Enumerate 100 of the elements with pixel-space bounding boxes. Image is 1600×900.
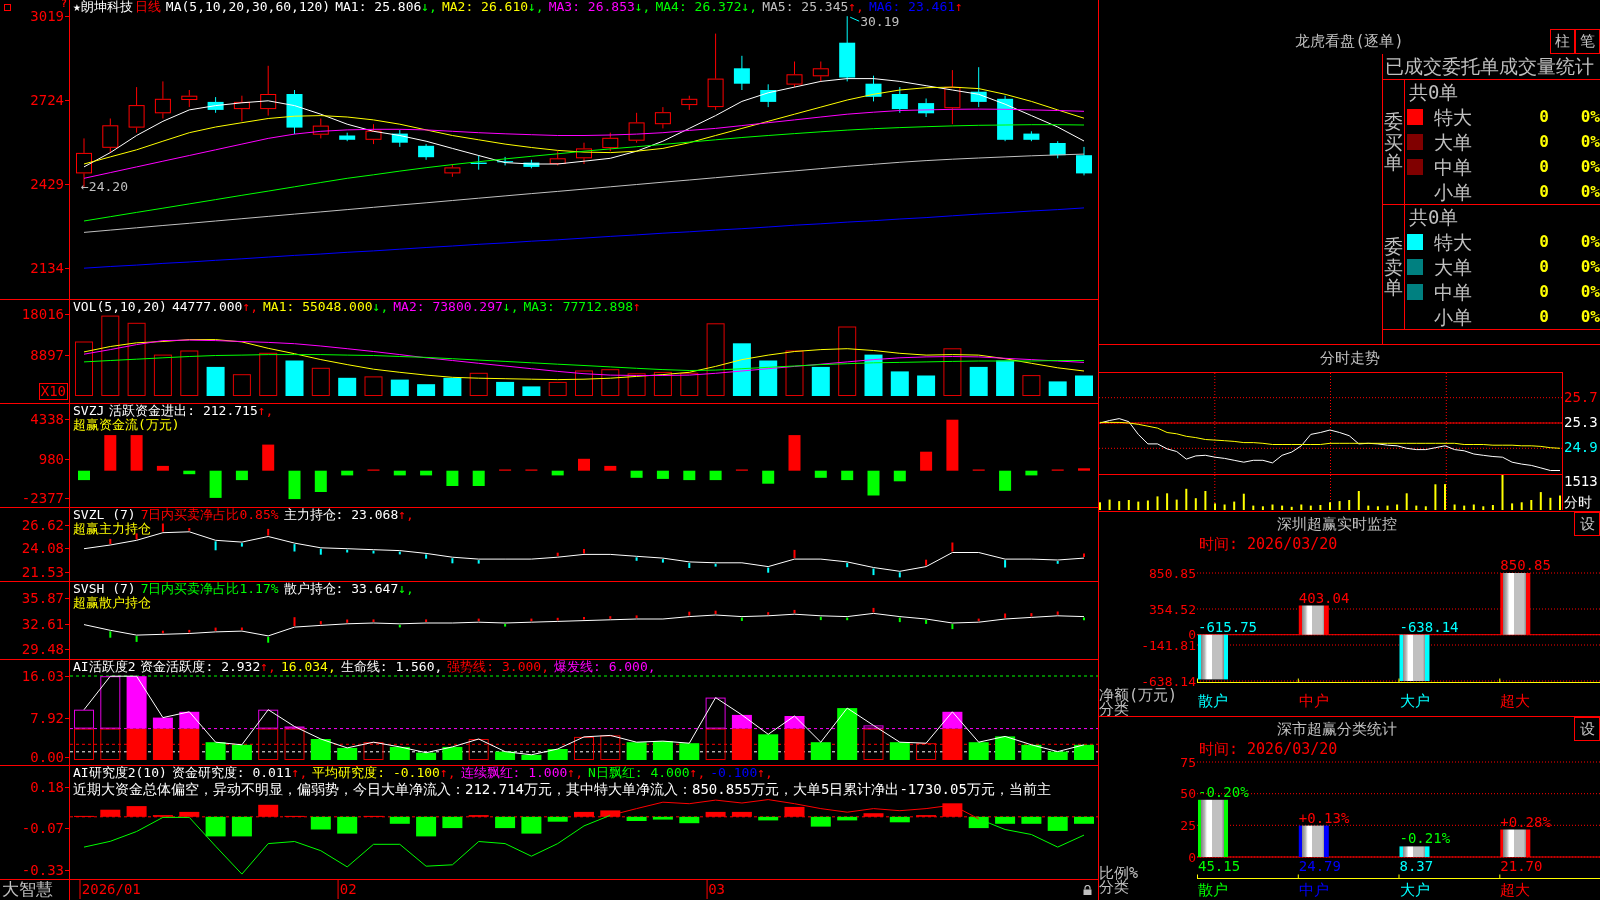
trend-arrow: ↑, — [257, 404, 274, 418]
candle — [733, 55, 750, 91]
volume-bar — [153, 354, 172, 396]
view-toggle-button[interactable]: 笔 — [1575, 29, 1600, 54]
trend-tick — [161, 629, 164, 635]
volume-bar — [469, 372, 488, 396]
volume-bar — [811, 366, 830, 396]
timestamp: 时间: 2026/03/20 — [1199, 536, 1338, 552]
help-mark[interactable]: ? — [60, 0, 67, 8]
axis-label: 18016 — [21, 306, 69, 322]
activity-bar — [705, 728, 726, 760]
volume-bar — [732, 343, 751, 396]
research-bar — [1021, 816, 1042, 824]
activity-bar — [1021, 744, 1042, 760]
fund-flow-bar — [314, 470, 327, 492]
legend-item: -0.100 — [710, 766, 758, 780]
candle — [391, 129, 408, 148]
order-size-label: 小单 — [1434, 305, 1473, 328]
share-label: 21.70 — [1500, 858, 1543, 874]
axis-label: -638.14 — [1141, 675, 1196, 687]
activity-bar — [547, 749, 568, 760]
settings-button[interactable]: 设 — [1574, 717, 1600, 741]
trend-tick — [872, 606, 875, 614]
research-bar — [389, 816, 410, 824]
table-title: 已成交委托单成交量统计 — [1383, 54, 1600, 80]
activity-bar — [1047, 751, 1068, 760]
fund-flow-bar — [104, 435, 117, 471]
candle — [102, 118, 119, 154]
research-bar — [863, 813, 884, 817]
volume-bar — [1539, 492, 1542, 510]
candle — [944, 69, 961, 125]
volume-bar — [1075, 375, 1093, 396]
order-count: 0 — [1539, 181, 1549, 202]
volume-bar — [1357, 491, 1360, 510]
bar — [1198, 799, 1228, 857]
order-size-label: 小单 — [1434, 180, 1473, 203]
legend-item: 强势线: 3.000, — [447, 660, 549, 674]
category-label: 散户 — [1197, 881, 1228, 899]
volume-bar — [1348, 500, 1351, 510]
volume-bar — [1511, 503, 1514, 510]
volume-bar — [1472, 504, 1475, 510]
volume-bar — [1175, 499, 1178, 510]
view-toggle-button[interactable]: 柱 — [1550, 29, 1575, 54]
candle — [339, 132, 356, 142]
trend-tick — [372, 549, 375, 555]
legend-item: 44777.000 — [171, 300, 243, 314]
trend-tick — [1056, 560, 1059, 565]
volume-bar — [1146, 500, 1149, 510]
trend-tick — [346, 548, 349, 554]
trend-tick — [398, 623, 401, 629]
trend-tick — [556, 616, 559, 622]
volume-bar — [680, 372, 699, 396]
activity-bar — [205, 742, 226, 760]
square-icon[interactable] — [4, 4, 11, 11]
volume-bar — [943, 348, 962, 396]
trend-arrow: ↓, — [421, 0, 437, 14]
legend-item: MA2: 73800.297 — [393, 300, 503, 314]
volume-bar — [1482, 506, 1485, 510]
bar — [1399, 846, 1430, 857]
fund-flow-bar — [867, 470, 880, 496]
volume-bar — [785, 350, 804, 396]
activity-bar — [837, 708, 858, 760]
research-bar — [337, 816, 358, 834]
candle — [444, 163, 461, 178]
trend-arrow: ↓, — [741, 0, 758, 14]
volume-bar — [206, 366, 225, 396]
order-share: 0% — [1580, 281, 1600, 302]
order-share: 0% — [1580, 306, 1600, 327]
research-bar — [521, 816, 542, 834]
activity-bar — [600, 735, 621, 760]
volume-bar — [996, 360, 1015, 396]
fund-flow-bar — [946, 419, 959, 471]
fund-flow-bar — [341, 470, 354, 476]
trend-tick — [398, 550, 401, 556]
candle — [1049, 140, 1066, 159]
candle — [602, 132, 619, 152]
volume-bar — [311, 367, 330, 396]
share-label: 8.37 — [1399, 858, 1434, 874]
volume-bar — [1108, 499, 1111, 510]
fund-flow-bar — [893, 470, 906, 482]
bar — [1198, 634, 1228, 680]
settings-button[interactable]: 设 — [1574, 512, 1600, 536]
brand-name: 大智慧 — [2, 879, 53, 899]
volume-bar — [627, 373, 646, 396]
axis-label: 25.3 — [1564, 415, 1598, 430]
volume-bar — [1405, 493, 1408, 510]
candle — [839, 15, 856, 82]
volume-bar — [1118, 501, 1121, 510]
volume-bar — [1309, 505, 1312, 510]
trend-arrow: ↑, — [398, 508, 414, 522]
legend-item: 散户持仓: 33.647 — [283, 582, 399, 596]
axis-label: 2429 — [30, 176, 69, 192]
research-bar — [731, 811, 752, 817]
volume-bar — [1424, 506, 1427, 510]
trend-tick — [1004, 612, 1007, 619]
change-label: +0.13% — [1298, 809, 1350, 826]
research-bar — [837, 816, 858, 821]
legend-item: 平均研究度: -0.100 — [312, 766, 440, 780]
volume-bar — [1242, 493, 1245, 510]
activity-bar — [916, 743, 937, 760]
